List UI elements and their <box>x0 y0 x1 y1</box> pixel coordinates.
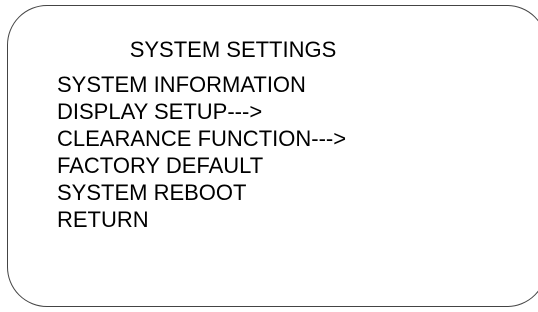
menu-item-system-reboot[interactable]: SYSTEM REBOOT <box>57 179 346 206</box>
menu-item-clearance-function[interactable]: CLEARANCE FUNCTION---> <box>57 125 346 152</box>
menu-list: SYSTEM INFORMATION DISPLAY SETUP---> CLE… <box>57 71 346 233</box>
menu-item-display-setup[interactable]: DISPLAY SETUP---> <box>57 98 346 125</box>
menu-title: SYSTEM SETTINGS <box>129 37 337 62</box>
menu-item-factory-default[interactable]: FACTORY DEFAULT <box>57 152 346 179</box>
menu-item-return[interactable]: RETURN <box>57 206 346 233</box>
menu-item-system-information[interactable]: SYSTEM INFORMATION <box>57 71 346 98</box>
